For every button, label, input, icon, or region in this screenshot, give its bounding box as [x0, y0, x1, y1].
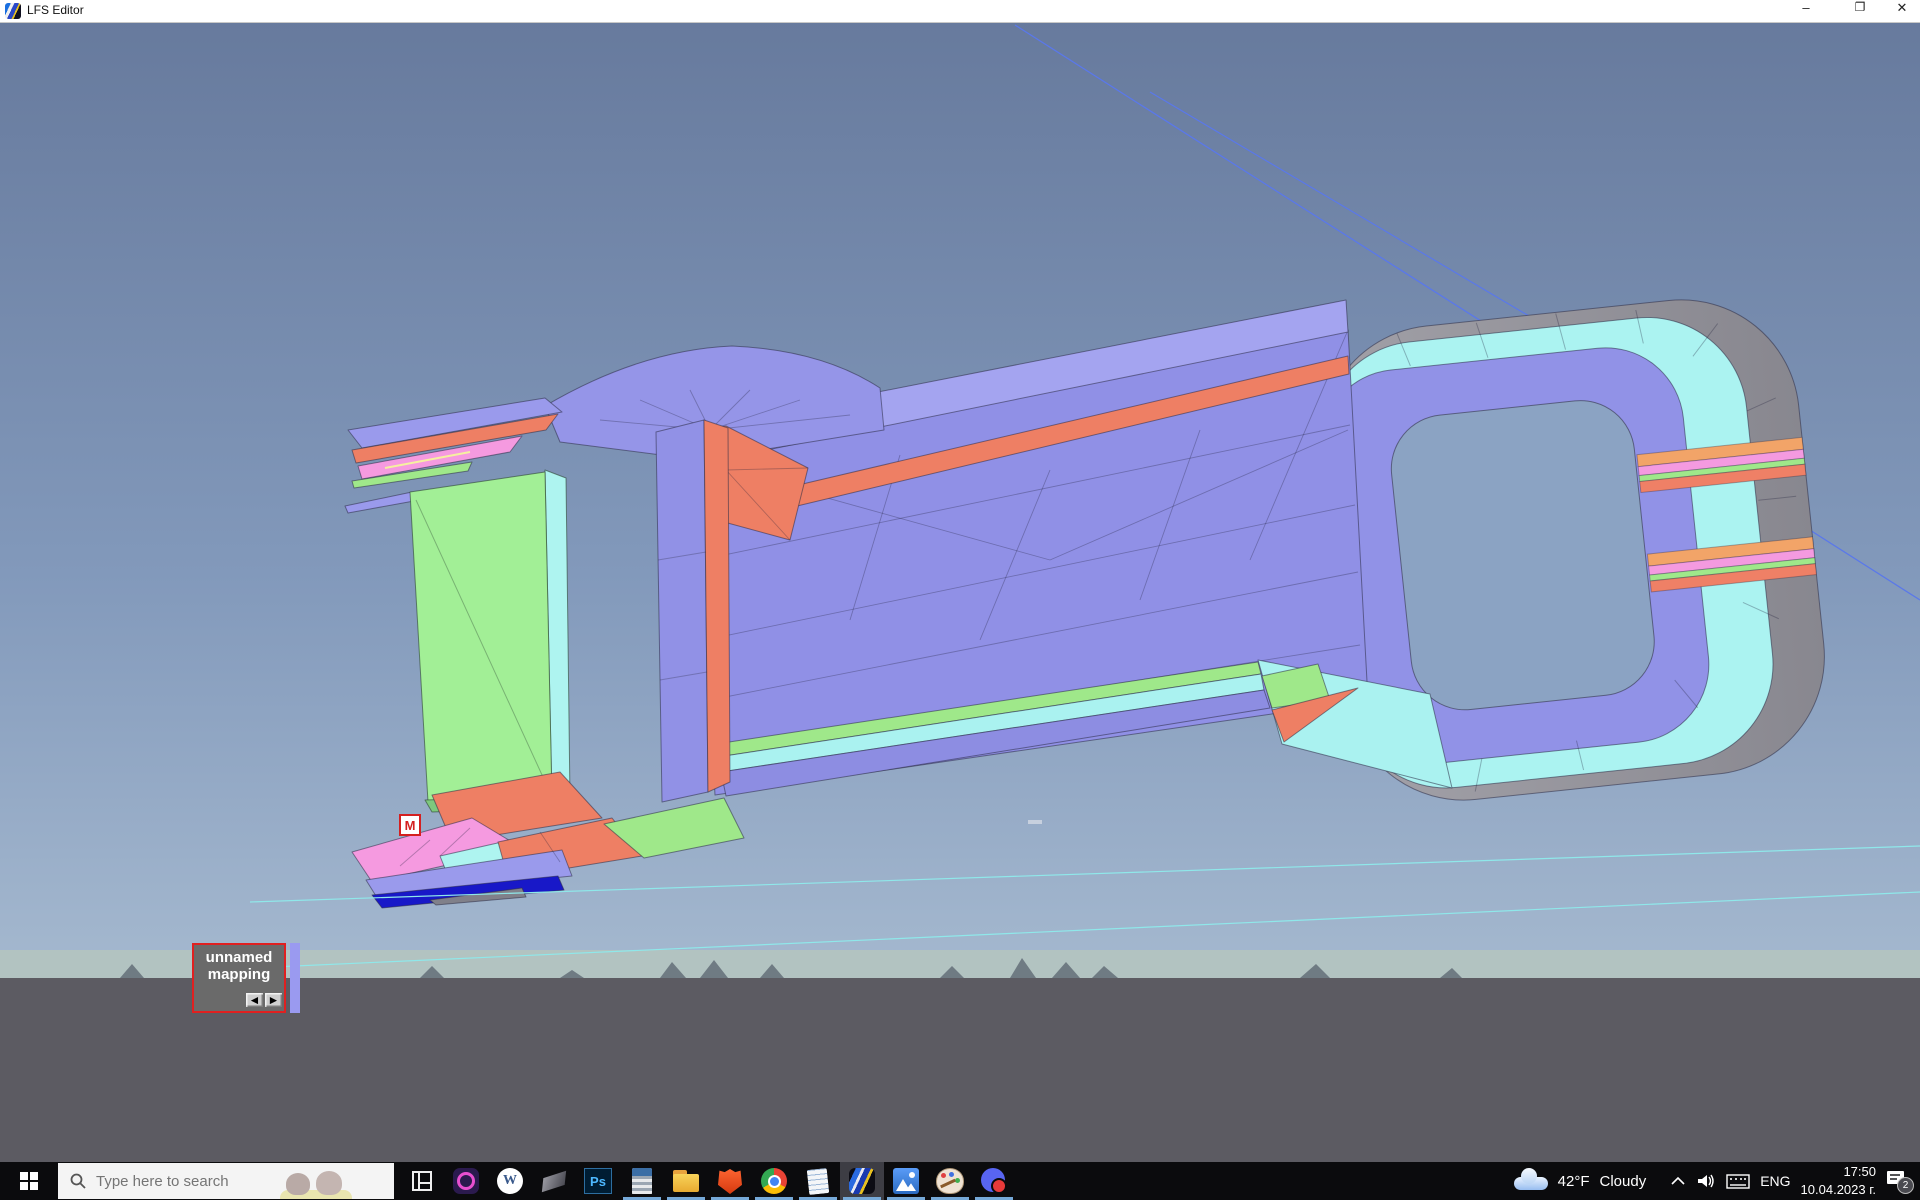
taskbar: W Ps: [0, 1162, 1920, 1200]
elephant-icon: [316, 1171, 342, 1195]
start-icon: [20, 1172, 38, 1190]
file-explorer-icon: [673, 1170, 699, 1192]
wedge-app-icon: [542, 1170, 566, 1192]
restore-button[interactable]: ❐: [1840, 0, 1880, 22]
brave-button[interactable]: [708, 1162, 752, 1200]
start-button[interactable]: [0, 1162, 58, 1200]
search-doodle: [278, 1163, 354, 1199]
wiki-icon: W: [497, 1168, 523, 1194]
box-prev-arrow[interactable]: ◄: [246, 993, 263, 1007]
chrome-icon: [761, 1168, 787, 1194]
notepad-icon: [807, 1168, 830, 1195]
weather-temp[interactable]: 42°F: [1558, 1173, 1590, 1190]
small-dash-marker: [1028, 820, 1042, 824]
photos-icon: [893, 1168, 919, 1194]
current-mapping-line1: unnamed: [194, 949, 284, 966]
search-input[interactable]: [94, 1172, 278, 1191]
language-indicator[interactable]: ENG: [1760, 1173, 1790, 1189]
file-explorer-button[interactable]: [664, 1162, 708, 1200]
chat-app-button[interactable]: [972, 1162, 1016, 1200]
current-mapping-line2: mapping: [194, 966, 284, 983]
paint-icon: [936, 1168, 964, 1194]
clock-time: 17:50: [1801, 1163, 1876, 1181]
search-box[interactable]: [58, 1163, 394, 1199]
box-next-arrow[interactable]: ►: [265, 993, 282, 1007]
hidden-icons-chevron[interactable]: [1670, 1176, 1686, 1186]
calculator-icon: [632, 1168, 652, 1194]
window-title: LFS Editor: [27, 3, 84, 17]
app-icon: [5, 3, 21, 19]
mapping-marker[interactable]: M: [399, 814, 421, 836]
task-view-icon: [412, 1171, 432, 1191]
system-tray: 42°F Cloudy ENG 17:50 10.04.2023 г. 2: [1514, 1163, 1920, 1198]
weather-cloud-icon: [1514, 1170, 1548, 1192]
ring-app-icon: [453, 1168, 479, 1194]
photoshop-button[interactable]: Ps: [576, 1162, 620, 1200]
wedge-app-button[interactable]: [532, 1162, 576, 1200]
lfs-editor-icon: [849, 1168, 875, 1194]
wiki-app-button[interactable]: W: [488, 1162, 532, 1200]
green-panel: [410, 470, 570, 812]
title-bar: LFS Editor – ❐ ✕: [0, 0, 1920, 23]
viewport-3d-model[interactable]: [0, 0, 1920, 1200]
search-icon: [70, 1173, 86, 1189]
notification-badge: 2: [1897, 1177, 1914, 1194]
ring-app-button[interactable]: [444, 1162, 488, 1200]
minimize-button[interactable]: –: [1786, 0, 1826, 22]
brave-icon: [718, 1168, 742, 1194]
weather-condition[interactable]: Cloudy: [1600, 1173, 1647, 1190]
notepad-button[interactable]: [796, 1162, 840, 1200]
action-center-button[interactable]: 2: [1886, 1170, 1912, 1192]
keyboard-icon[interactable]: [1726, 1174, 1750, 1189]
clock[interactable]: 17:50 10.04.2023 г.: [1801, 1163, 1876, 1198]
paint-button[interactable]: [928, 1162, 972, 1200]
calculator-button[interactable]: [620, 1162, 664, 1200]
photoshop-icon: Ps: [584, 1168, 612, 1194]
photos-button[interactable]: [884, 1162, 928, 1200]
chat-app-icon: [981, 1168, 1007, 1194]
speaker-icon[interactable]: [1696, 1173, 1716, 1189]
clock-date: 10.04.2023 г.: [1801, 1181, 1876, 1199]
close-button[interactable]: ✕: [1884, 0, 1920, 22]
notification-badge-dot: [991, 1178, 1007, 1194]
elephant-icon: [286, 1173, 310, 1195]
horizon-band: [0, 950, 1920, 978]
task-view-button[interactable]: [400, 1162, 444, 1200]
chrome-button[interactable]: [752, 1162, 796, 1200]
mapping-scrollbar[interactable]: [290, 943, 300, 1013]
lfs-editor-taskbar-button[interactable]: [840, 1162, 884, 1200]
current-mapping-box[interactable]: unnamed mapping ◄ ►: [192, 943, 286, 1013]
